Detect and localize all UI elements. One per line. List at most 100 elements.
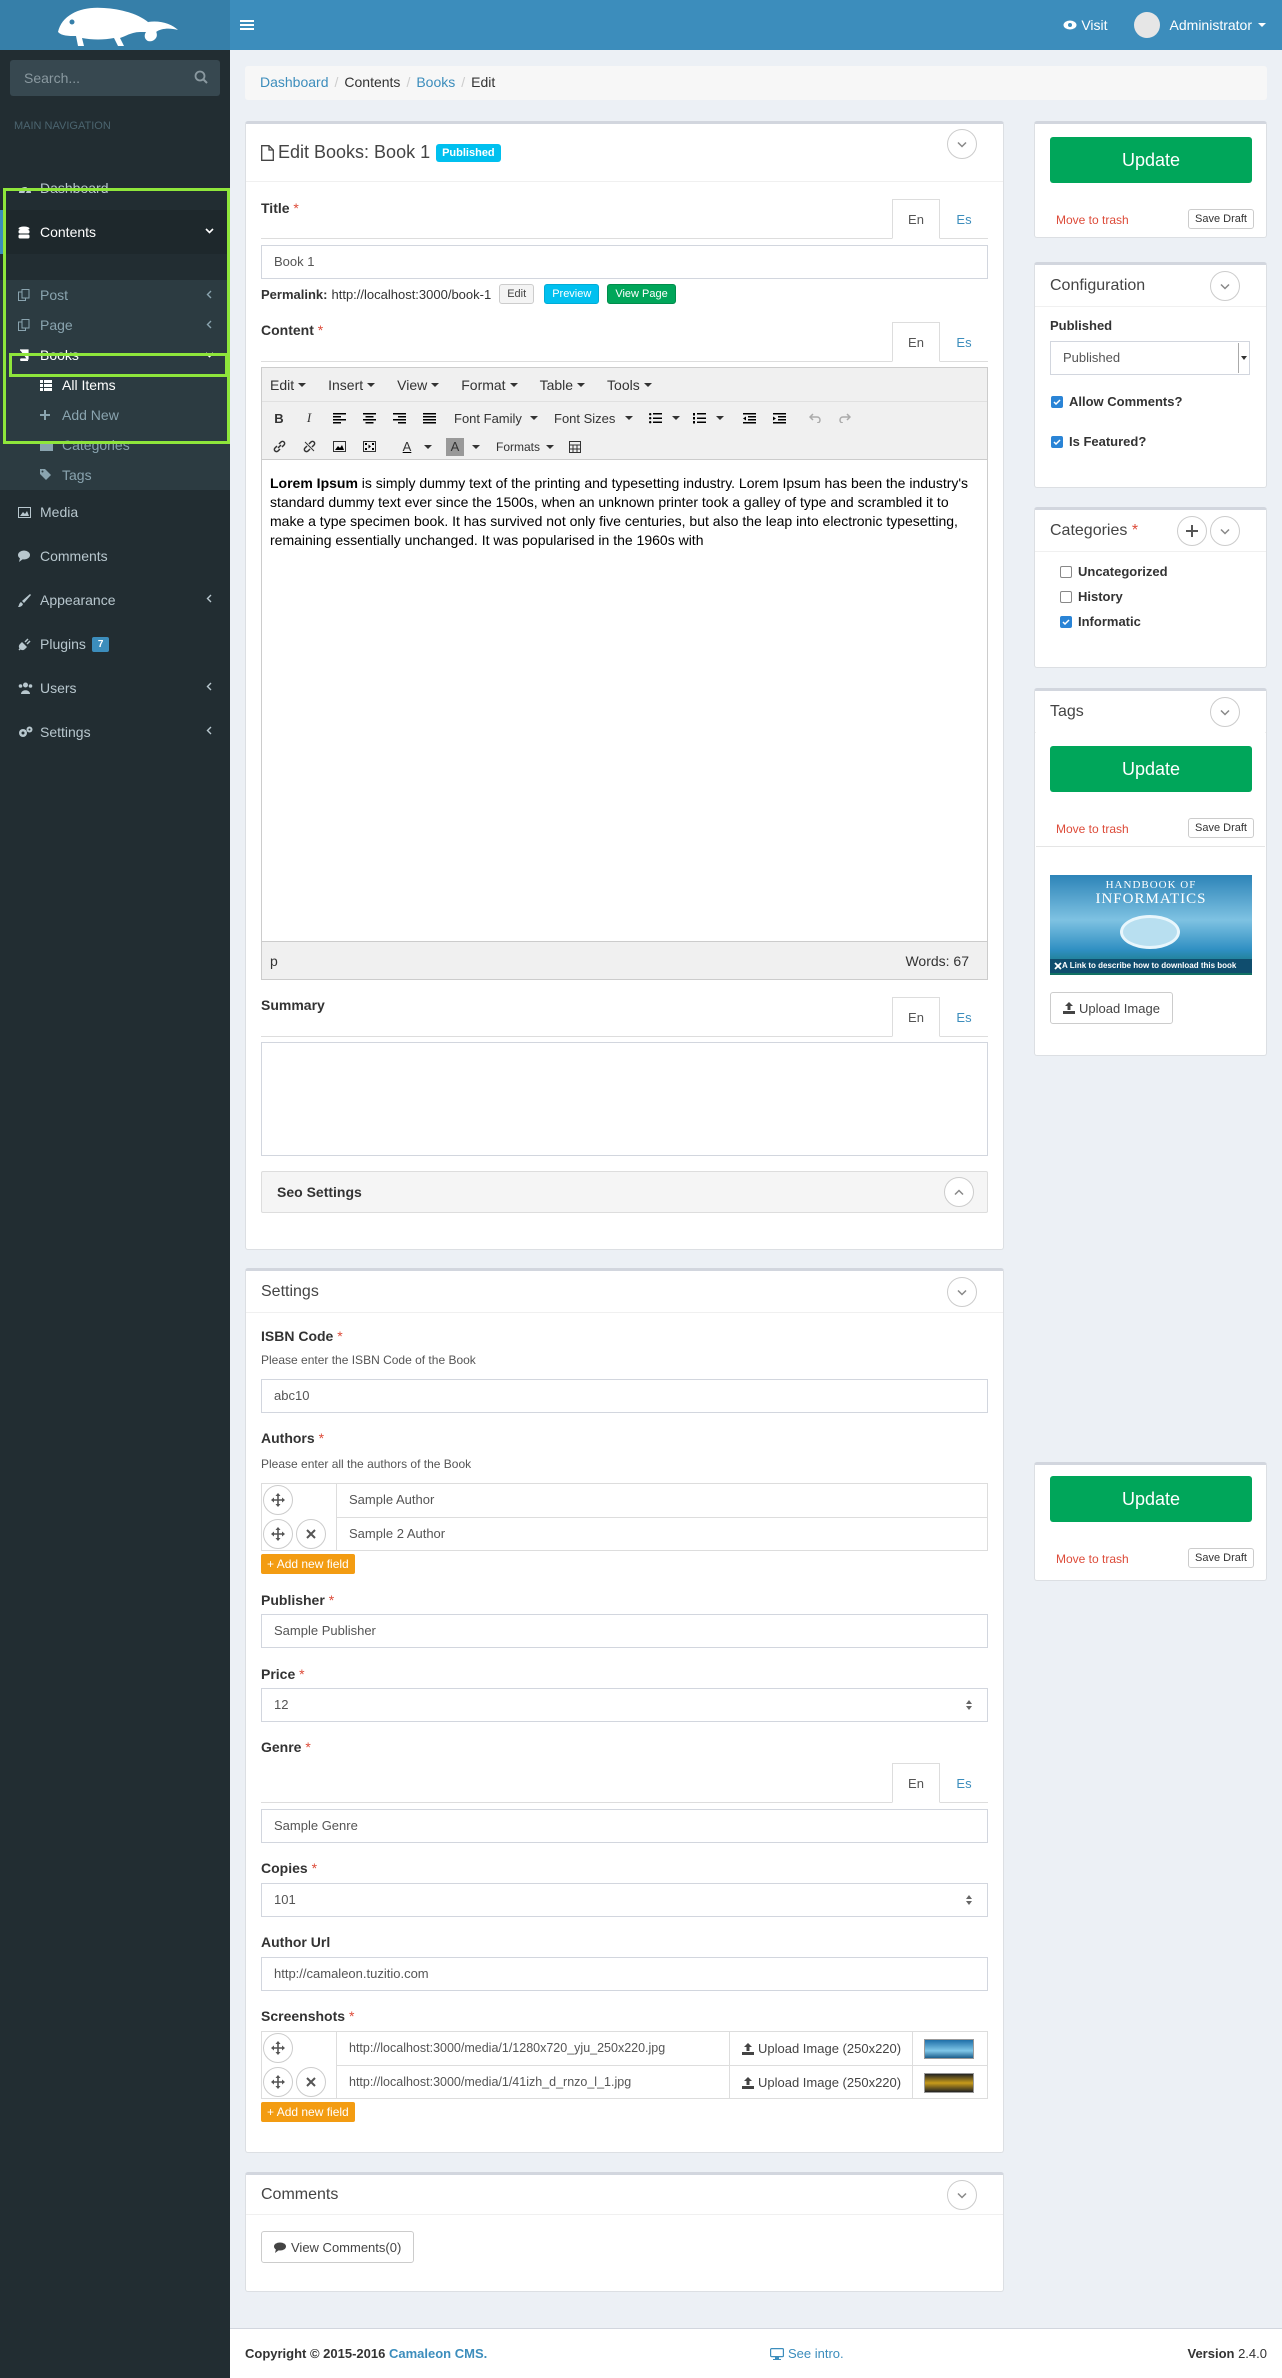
update-button[interactable]: Update	[1050, 746, 1252, 792]
copies-input[interactable]: 101	[261, 1883, 988, 1917]
breadcrumb-dashboard[interactable]: Dashboard	[260, 74, 329, 92]
title-input[interactable]: Book 1	[261, 245, 988, 279]
spinner-icon[interactable]	[966, 1699, 972, 1711]
editor-menu-table[interactable]: Table	[540, 377, 586, 393]
align-center-icon[interactable]	[360, 409, 378, 427]
italic-icon[interactable]: I	[300, 409, 318, 427]
save-draft-button[interactable]: Save Draft	[1188, 209, 1254, 229]
tab-en[interactable]: En	[892, 199, 940, 239]
sidebar-item-add-new[interactable]: Add New	[0, 400, 230, 430]
editor-menu-edit[interactable]: Edit	[270, 377, 307, 393]
permalink-edit-button[interactable]: Edit	[499, 284, 535, 304]
sidebar-item-appearance[interactable]: Appearance	[0, 578, 230, 622]
sidebar-item-tags[interactable]: Tags	[0, 460, 230, 490]
sidebar-item-categories[interactable]: Categories	[0, 430, 230, 460]
author-value[interactable]: Sample 2 Author	[349, 1526, 445, 1541]
bullet-list-caret-icon[interactable]	[672, 416, 680, 420]
text-color-caret-icon[interactable]	[424, 444, 432, 449]
screenshot-url[interactable]: http://localhost:3000/media/1/41izh_d_rn…	[349, 2075, 631, 2089]
screenshot-url[interactable]: http://localhost:3000/media/1/1280x720_y…	[349, 2041, 665, 2055]
featured-image[interactable]: HANDBOOK OF INFORMATICS A Link to descri…	[1050, 875, 1252, 975]
isbn-input[interactable]: abc10	[261, 1379, 988, 1413]
tab-en[interactable]: En	[892, 997, 940, 1037]
background-color-caret-icon[interactable]	[472, 444, 480, 449]
unlink-icon[interactable]	[300, 438, 318, 456]
align-justify-icon[interactable]	[420, 409, 438, 427]
sidebar-item-dashboard[interactable]: Dashboard	[0, 166, 230, 210]
drag-handle-icon[interactable]	[263, 1519, 293, 1549]
add-category-button[interactable]	[1177, 516, 1207, 546]
sidebar-item-post[interactable]: Post	[0, 280, 230, 310]
configuration-collapse-button[interactable]	[1210, 271, 1240, 301]
tab-es[interactable]: Es	[940, 997, 988, 1037]
see-intro-link[interactable]: See intro.	[770, 2346, 844, 2361]
numbered-list-icon[interactable]	[690, 409, 708, 427]
move-to-trash-link[interactable]: Move to trash	[1056, 1552, 1129, 1566]
published-select[interactable]: Published	[1050, 341, 1250, 375]
author-url-input[interactable]: http://camaleon.tuzitio.com	[261, 1957, 988, 1991]
bold-icon[interactable]: B	[270, 409, 288, 427]
font-family-select[interactable]: Font Family	[454, 411, 546, 426]
summary-textarea[interactable]	[261, 1042, 988, 1156]
tab-es[interactable]: Es	[940, 322, 988, 362]
redo-icon[interactable]	[836, 409, 854, 427]
preview-button[interactable]: Preview	[544, 284, 600, 304]
settings-collapse-button[interactable]	[947, 1277, 977, 1307]
update-button[interactable]: Update	[1050, 1476, 1252, 1522]
sidebar-item-users[interactable]: Users	[0, 666, 230, 710]
select-arrow-icon[interactable]	[1238, 343, 1248, 373]
sidebar-item-contents[interactable]: Contents	[0, 210, 230, 254]
outdent-icon[interactable]	[740, 409, 758, 427]
logo[interactable]	[0, 0, 230, 50]
comments-collapse-button[interactable]	[947, 2180, 977, 2210]
publisher-input[interactable]: Sample Publisher	[261, 1614, 988, 1648]
category-checkbox[interactable]: History	[1060, 589, 1123, 604]
visit-link[interactable]: Visit	[1063, 17, 1108, 33]
add-screenshot-field-button[interactable]: + Add new field	[261, 2102, 355, 2122]
formats-select[interactable]: Formats	[496, 440, 555, 454]
save-draft-button[interactable]: Save Draft	[1188, 1548, 1254, 1568]
drag-handle-icon[interactable]	[263, 2033, 293, 2063]
spinner-icon[interactable]	[966, 1894, 972, 1906]
media-insert-icon[interactable]	[360, 438, 378, 456]
tab-en[interactable]: En	[892, 1763, 940, 1803]
tab-es[interactable]: Es	[940, 199, 988, 239]
sidebar-item-books[interactable]: Books	[0, 340, 230, 370]
is-featured-checkbox[interactable]: Is Featured?	[1051, 434, 1146, 449]
move-to-trash-link[interactable]: Move to trash	[1056, 822, 1129, 836]
sidebar-item-media[interactable]: Media	[0, 490, 230, 534]
breadcrumb-books[interactable]: Books	[416, 74, 455, 92]
link-icon[interactable]	[270, 438, 288, 456]
search-input[interactable]: Search...	[10, 60, 220, 96]
editor-menu-format[interactable]: Format	[461, 377, 518, 393]
editor-menu-view[interactable]: View	[397, 377, 440, 393]
sidebar-item-plugins[interactable]: Plugins 7	[0, 622, 230, 666]
price-input[interactable]: 12	[261, 1688, 988, 1722]
upload-screenshot-button[interactable]: Upload Image (250x220)	[742, 2041, 901, 2056]
brand-link[interactable]: Camaleon CMS.	[389, 2346, 487, 2361]
sidebar-item-all-items[interactable]: All Items	[0, 370, 230, 400]
tab-es[interactable]: Es	[940, 1763, 988, 1803]
bullet-list-icon[interactable]	[646, 409, 664, 427]
drag-handle-icon[interactable]	[263, 1485, 293, 1515]
view-comments-button[interactable]: View Comments(0)	[261, 2231, 415, 2263]
sidebar-toggle-icon[interactable]	[240, 14, 262, 36]
editor-menu-tools[interactable]: Tools	[607, 377, 652, 393]
allow-comments-checkbox[interactable]: Allow Comments?	[1051, 394, 1182, 409]
author-value[interactable]: Sample Author	[349, 1492, 434, 1507]
drag-handle-icon[interactable]	[263, 2067, 293, 2097]
indent-icon[interactable]	[770, 409, 788, 427]
text-color-icon[interactable]: A	[398, 438, 416, 456]
collapse-button[interactable]	[947, 129, 977, 159]
sidebar-item-comments[interactable]: Comments	[0, 534, 230, 578]
add-author-field-button[interactable]: + Add new field	[261, 1554, 355, 1574]
background-color-icon[interactable]: A	[446, 437, 464, 456]
upload-image-button[interactable]: Upload Image	[1050, 992, 1173, 1024]
tags-collapse-button[interactable]	[1210, 697, 1240, 727]
remove-field-icon[interactable]	[296, 1519, 326, 1549]
categories-collapse-button[interactable]	[1210, 516, 1240, 546]
sidebar-item-page[interactable]: Page	[0, 310, 230, 340]
remove-field-icon[interactable]	[296, 2067, 326, 2097]
tab-en[interactable]: En	[892, 322, 940, 362]
search-icon[interactable]	[194, 70, 208, 84]
